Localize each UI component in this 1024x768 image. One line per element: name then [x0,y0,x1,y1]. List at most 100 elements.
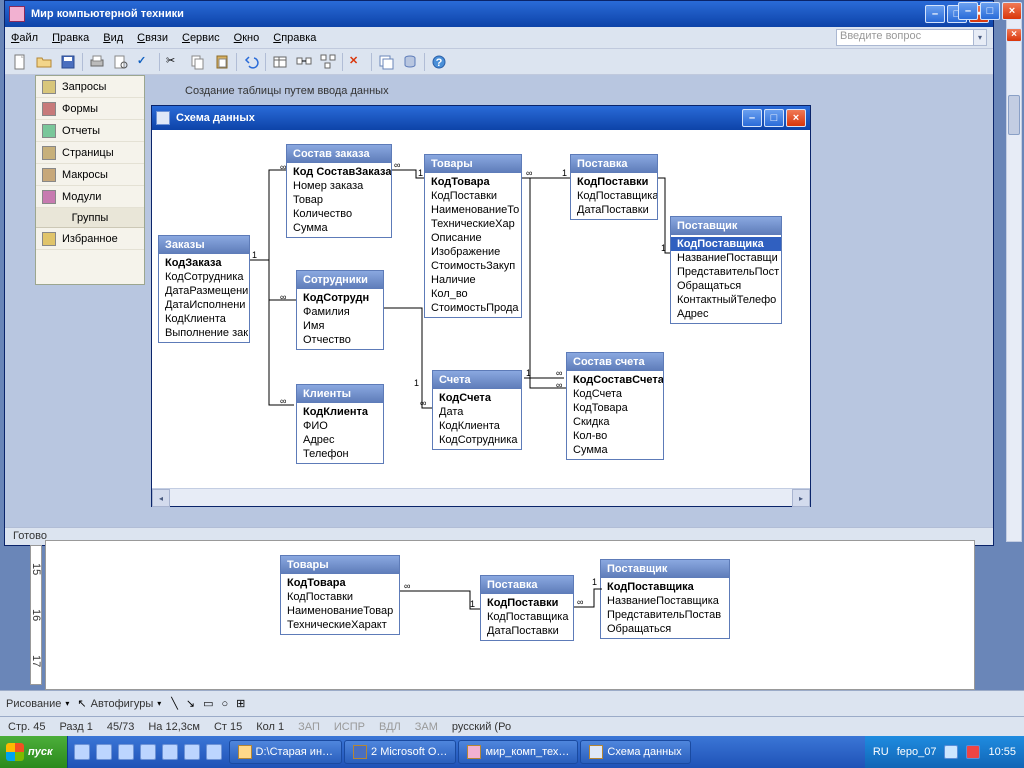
field[interactable]: КодСчета [567,387,663,401]
table-sotrudniki[interactable]: Сотрудники КодСотрудн Фамилия Имя Отчест… [296,270,384,350]
table-scheta[interactable]: Счета КодСчета Дата КодКлиента КодСотруд… [432,370,522,450]
nav-reports[interactable]: Отчеты [36,120,144,142]
ql-icon[interactable] [206,744,222,760]
field[interactable]: КодКлиента [433,419,521,433]
field[interactable]: Отчество [297,333,383,347]
taskbar-app-schema[interactable]: Схема данных [580,740,690,764]
field[interactable]: Количество [287,207,391,221]
taskbar-app-word[interactable]: 2 Microsoft O… [344,740,456,764]
field[interactable]: Сумма [287,221,391,235]
field[interactable]: Кол_во [425,287,521,301]
field[interactable]: СтоимостьПрода [425,301,521,315]
scroll-left-icon[interactable]: ◂ [152,489,170,507]
table-sostav-zakaza[interactable]: Состав заказа Код СоставЗаказа Номер зак… [286,144,392,238]
oval-icon[interactable]: ○ [222,698,229,710]
tray-lang[interactable]: RU [873,746,889,758]
field[interactable]: Имя [297,319,383,333]
field[interactable]: Товар [287,193,391,207]
show-all-icon[interactable] [317,51,339,73]
field[interactable]: КодСчета [433,391,521,405]
menu-tools[interactable]: Сервис [182,32,220,44]
nav-forms[interactable]: Формы [36,98,144,120]
table-header[interactable]: Сотрудники [297,271,383,289]
field[interactable]: Телефон [297,447,383,461]
menu-help[interactable]: Справка [273,32,316,44]
cut-icon[interactable]: ✂ [163,51,185,73]
menu-edit[interactable]: Правка [52,32,89,44]
database-tools-icon[interactable] [399,51,421,73]
pointer-icon[interactable]: ↖ [77,697,86,710]
print-preview-icon[interactable] [110,51,132,73]
new-icon[interactable] [9,51,31,73]
field[interactable]: Скидка [567,415,663,429]
menu-window[interactable]: Окно [234,32,260,44]
nav-macros[interactable]: Макросы [36,164,144,186]
nav-pages[interactable]: Страницы [36,142,144,164]
field[interactable]: КодКлиента [297,405,383,419]
field[interactable]: НазваниеПоставщи [671,251,781,265]
table-header[interactable]: Счета [433,371,521,389]
line-icon[interactable]: ╲ [171,697,178,710]
field[interactable]: КодСотрудника [159,270,249,284]
field[interactable]: КодПоставки [571,175,657,189]
field[interactable]: ДатаРазмещени [159,284,249,298]
field[interactable]: Сумма [567,443,663,457]
field[interactable]: Код СоставЗаказа [287,165,391,179]
field[interactable]: НаименованиеТо [425,203,521,217]
field[interactable]: Обращаться [671,279,781,293]
copy-icon[interactable] [187,51,209,73]
field[interactable]: КодКлиента [159,312,249,326]
new-window-icon[interactable] [375,51,397,73]
schema-maximize-button[interactable]: □ [764,109,784,127]
field[interactable]: Изображение [425,245,521,259]
field[interactable]: Выполнение зак [159,326,249,340]
background-scroll[interactable] [1006,4,1022,542]
help-icon[interactable]: ? [428,51,450,73]
field[interactable]: Кол-во [567,429,663,443]
table-header[interactable]: Состав счета [567,353,663,371]
access-titlebar[interactable]: Мир компьютерной техники – □ × [5,1,993,27]
autoshapes-menu[interactable]: Автофигуры [91,698,154,710]
undo-icon[interactable] [240,51,262,73]
field[interactable]: ТехническиеХар [425,217,521,231]
table-klienty[interactable]: Клиенты КодКлиента ФИО Адрес Телефон [296,384,384,464]
field[interactable]: КодСотрудн [297,291,383,305]
field[interactable]: КодТовара [567,401,663,415]
table-header[interactable]: Клиенты [297,385,383,403]
table-header[interactable]: Товары [425,155,521,173]
table-header[interactable]: Состав заказа [287,145,391,163]
menu-file[interactable]: Файл [11,32,38,44]
table-postavshik[interactable]: Поставщик КодПоставщика НазваниеПоставщи… [670,216,782,324]
spellcheck-icon[interactable]: ✓ [134,51,156,73]
field[interactable]: КодЗаказа [159,256,249,270]
table-tovary[interactable]: Товары КодТовара КодПоставки Наименовани… [424,154,522,318]
schema-hscroll[interactable]: ◂ ▸ [152,488,810,506]
outer-restore-button[interactable]: □ [980,2,1000,20]
field[interactable]: КонтактныйТелефо [671,293,781,307]
table-header[interactable]: Заказы [159,236,249,254]
show-direct-icon[interactable] [293,51,315,73]
table-sostav-scheta[interactable]: Состав счета КодСоставСчета КодСчета Код… [566,352,664,460]
textbox-icon[interactable]: ⊞ [236,697,245,710]
nav-favorites[interactable]: Избранное [36,228,144,250]
nav-queries[interactable]: Запросы [36,76,144,98]
access-minimize-button[interactable]: – [925,5,945,23]
field[interactable]: Номер заказа [287,179,391,193]
field[interactable]: Адрес [297,433,383,447]
drawing-label[interactable]: Рисование [6,698,61,710]
tray-icon[interactable] [944,745,958,759]
outer-minimize-button[interactable]: – [958,2,978,20]
scroll-thumb[interactable] [1008,95,1020,135]
field[interactable]: КодСотрудника [433,433,521,447]
field[interactable]: Адрес [671,307,781,321]
field[interactable]: ДатаИсполнени [159,298,249,312]
field[interactable]: КодПоставщика [671,237,781,251]
save-icon[interactable] [57,51,79,73]
schema-titlebar[interactable]: Схема данных – □ × [152,106,810,130]
ql-icon[interactable] [74,744,90,760]
table-zakazy[interactable]: Заказы КодЗаказа КодСотрудника ДатаРазме… [158,235,250,343]
arrow-icon[interactable]: ↘ [186,697,195,710]
schema-canvas[interactable]: 1 ∞ ∞ ∞ 1 ∞ 1 ∞ 1 1 ∞ ∞ 1 ∞ ∞ Заказы [152,130,810,488]
field[interactable]: КодПоставщика [571,189,657,203]
nav-modules[interactable]: Модули [36,186,144,208]
